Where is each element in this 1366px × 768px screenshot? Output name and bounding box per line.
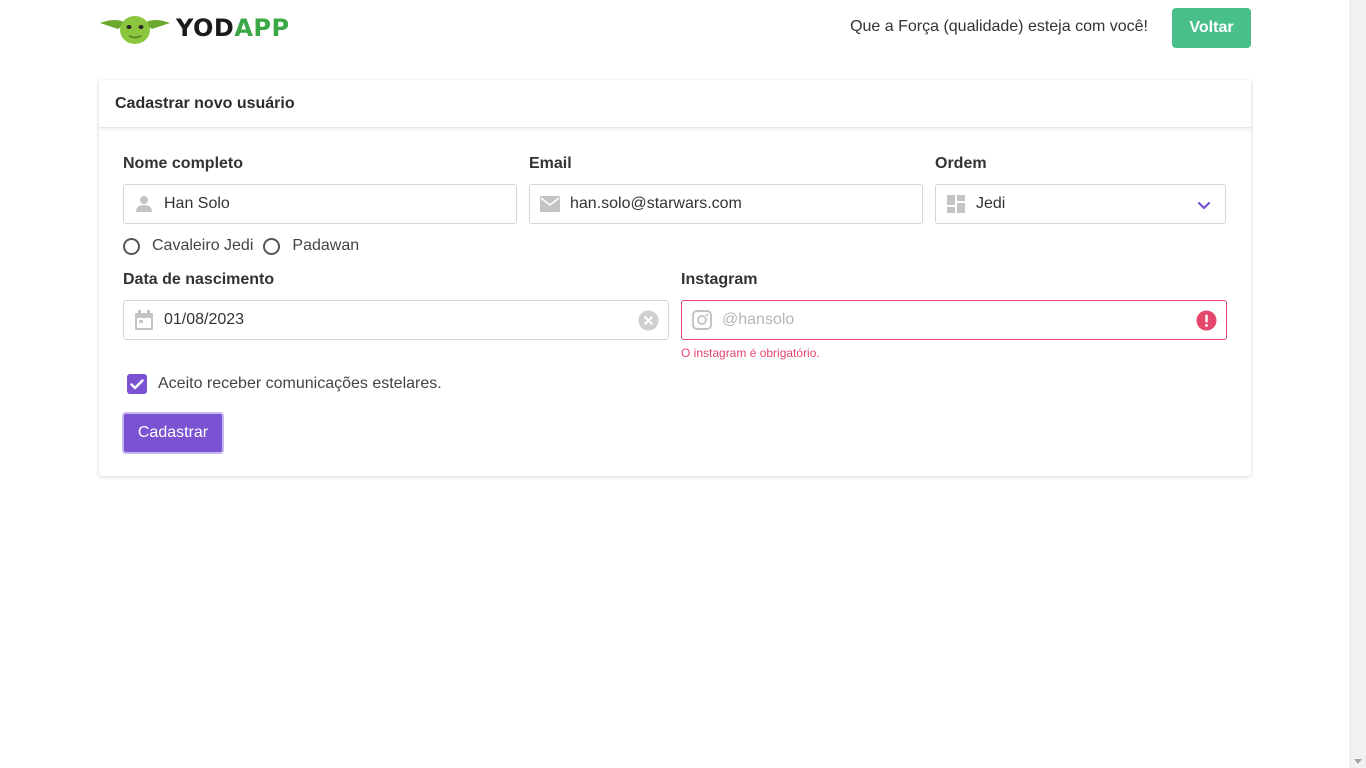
dashboard-icon — [936, 185, 976, 223]
register-card: Cadastrar novo usuário Nome completo Han… — [99, 80, 1251, 476]
rank-radio-group: Cavaleiro Jedi Padawan — [123, 235, 369, 257]
email-value: han.solo@starwars.com — [570, 195, 742, 212]
yoda-logo-icon — [100, 16, 170, 44]
page-scrollbar[interactable] — [1349, 0, 1366, 768]
name-field[interactable]: Han Solo — [123, 184, 517, 224]
instagram-placeholder: @hansolo — [722, 311, 795, 328]
radio-circle[interactable] — [123, 237, 140, 255]
instagram-icon — [682, 301, 722, 339]
instagram-field[interactable]: @hansolo — [681, 300, 1227, 340]
radio-cavaleiro-jedi[interactable]: Cavaleiro Jedi — [123, 237, 253, 255]
name-value: Han Solo — [164, 195, 230, 212]
header-motto: Que a Força (qualidade) esteja com você! — [850, 18, 1148, 35]
instagram-error-message: O instagram é obrigatório. — [681, 346, 820, 360]
app-header: YODAPP Que a Força (qualidade) esteja co… — [98, 0, 1251, 56]
birth-date-field[interactable]: 01/08/2023 — [123, 300, 669, 340]
birth-date-value: 01/08/2023 — [164, 311, 245, 328]
radio-circle[interactable] — [263, 237, 281, 255]
error-alert-icon — [1196, 310, 1217, 336]
back-button[interactable]: Voltar — [1172, 8, 1251, 48]
envelope-icon — [530, 185, 570, 223]
consent-checkbox[interactable] — [127, 374, 147, 394]
checkmark-icon — [130, 378, 144, 389]
app-logo[interactable]: YODAPP — [98, 8, 290, 48]
scroll-down-arrow-icon[interactable] — [1354, 759, 1362, 764]
name-label: Nome completo — [123, 155, 244, 172]
consent-label: Aceito receber comunicações estelares. — [158, 375, 442, 392]
consent-row[interactable]: Aceito receber comunicações estelares. — [127, 374, 442, 394]
birth-label: Data de nascimento — [123, 271, 275, 288]
calendar-icon — [124, 301, 164, 339]
radio-label: Cavaleiro Jedi — [152, 237, 254, 254]
email-label: Email — [529, 155, 572, 172]
instagram-label: Instagram — [681, 271, 758, 288]
email-field[interactable]: han.solo@starwars.com — [529, 184, 923, 224]
radio-label: Padawan — [292, 237, 360, 254]
chevron-down-icon[interactable] — [1197, 198, 1211, 216]
radio-padawan[interactable]: Padawan — [263, 237, 359, 255]
card-title: Cadastrar novo usuário — [99, 80, 1251, 128]
order-label: Ordem — [935, 155, 987, 172]
logo-text: YODAPP — [176, 14, 290, 42]
clear-date-icon[interactable] — [638, 310, 659, 336]
user-icon — [124, 185, 164, 223]
order-value: Jedi — [976, 195, 1006, 212]
submit-button[interactable]: Cadastrar — [122, 412, 224, 454]
order-select[interactable]: Jedi — [935, 184, 1226, 224]
